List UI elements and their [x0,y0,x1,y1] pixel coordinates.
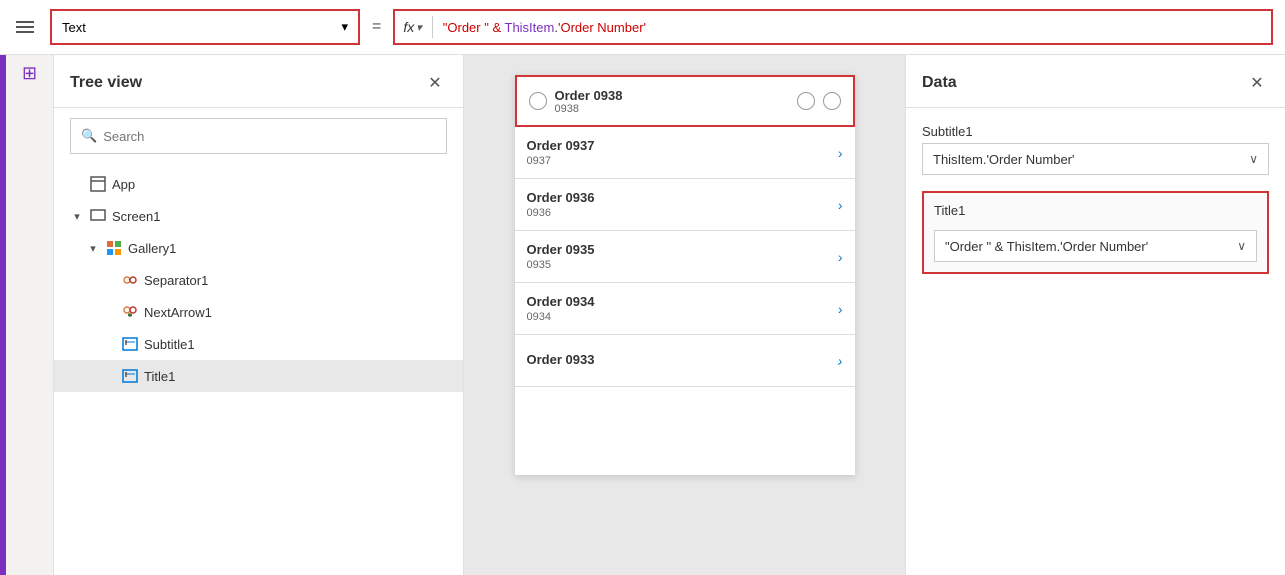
text-dropdown[interactable]: Text ▾ [50,9,360,45]
text-dropdown-label: Text [62,20,86,35]
data-panel: Data ✕ Subtitle1 ThisItem.'Order Number'… [905,55,1285,575]
chevron-icon-0937: › [838,145,843,161]
expand-placeholder-sep [102,274,116,286]
gallery-content-0935: Order 0935 0935 [527,242,838,271]
tree-close-button[interactable]: ✕ [423,71,447,95]
tree-item-app[interactable]: App [54,168,463,200]
gallery-item-0937[interactable]: Order 0937 0937 › [515,127,855,179]
formula-text: "Order " & ThisItem.'Order Number' [443,20,646,35]
subtitle-dropdown[interactable]: ThisItem.'Order Number' ∨ [922,143,1269,175]
subtitle-field-group: Subtitle1 ThisItem.'Order Number' ∨ [922,124,1269,175]
tree-panel: Tree view ✕ 🔍 App ▾ [54,55,464,575]
title-field-group: Title1 "Order " & ThisItem.'Order Number… [922,191,1269,274]
selected-subtitle-text: 0938 [555,103,789,115]
tree-label-separator1: Separator1 [144,273,208,288]
expand-gallery1: ▾ [86,242,100,255]
selected-title-text: Order 0938 [555,88,789,103]
gallery-content-0934: Order 0934 0934 [527,294,838,323]
tree-item-title1[interactable]: Title1 [54,360,463,392]
tree-item-nextarrow1[interactable]: NextArrow1 [54,296,463,328]
app-icon [90,176,106,192]
main-content: ⊞ Tree view ✕ 🔍 App [0,55,1285,575]
equals-sign: = [368,18,385,36]
tree-label-gallery1: Gallery1 [128,241,176,256]
tree-search-area: 🔍 [54,108,463,164]
gallery-subtitle-0935: 0935 [527,259,838,271]
tree-item-separator1[interactable]: Separator1 [54,264,463,296]
tree-label-app: App [112,177,135,192]
tree-view-title: Tree view [70,74,142,92]
canvas-area: Order 0938 0938 Order 0937 0937 › Order [464,55,905,575]
gallery-item-0934[interactable]: Order 0934 0934 › [515,283,855,335]
subtitle-text-icon [122,336,138,352]
formula-bar[interactable]: fx ▾ "Order " & ThisItem.'Order Number' [393,9,1273,45]
data-close-button[interactable]: ✕ [1245,71,1269,95]
chevron-icon-0936: › [838,197,843,213]
gallery-content-0937: Order 0937 0937 [527,138,838,167]
chevron-icon-0934: › [838,301,843,317]
handle-mid [797,92,815,110]
gallery-title-0935: Order 0935 [527,242,838,257]
expand-placeholder-title [102,370,116,382]
chevron-icon-0935: › [838,249,843,265]
nextarrow-icon [122,304,138,320]
title-chevron-icon: ∨ [1237,239,1246,253]
gallery-item-0936[interactable]: Order 0936 0936 › [515,179,855,231]
tree-item-screen1[interactable]: ▾ Screen1 [54,200,463,232]
subtitle-dropdown-value: ThisItem.'Order Number' [933,152,1075,167]
gallery-title-0933: Order 0933 [527,352,838,367]
gallery-subtitle-0936: 0936 [527,207,838,219]
gallery-subtitle-0934: 0934 [527,311,838,323]
tree-label-title1: Title1 [144,369,175,384]
gallery-title-0937: Order 0937 [527,138,838,153]
gallery-content-0936: Order 0936 0936 [527,190,838,219]
gallery-title-0934: Order 0934 [527,294,838,309]
search-icon: 🔍 [81,128,97,144]
tree-item-subtitle1[interactable]: Subtitle1 [54,328,463,360]
gallery-content-0933: Order 0933 [527,352,838,369]
expand-placeholder-sub [102,338,116,350]
gallery-title-0936: Order 0936 [527,190,838,205]
handle-left [529,92,547,110]
top-bar: Text ▾ = fx ▾ "Order " & ThisItem.'Order… [0,0,1285,55]
selected-item-content: Order 0938 0938 [555,88,789,115]
title-text-icon [122,368,138,384]
data-panel-title: Data [922,74,957,92]
title-field-label: Title1 [934,203,1257,218]
gallery-subtitle-0937: 0937 [527,155,838,167]
formula-separator [432,16,433,38]
expand-placeholder [70,178,84,190]
data-body: Subtitle1 ThisItem.'Order Number' ∨ Titl… [906,108,1285,290]
gallery-item-0933[interactable]: Order 0933 › [515,335,855,387]
tree-label-screen1: Screen1 [112,209,160,224]
tree-body: App ▾ Screen1 ▾ Gallery1 [54,164,463,575]
expand-placeholder-arrow [102,306,116,318]
gallery-icon [106,240,122,256]
separator-icon [122,272,138,288]
tree-header: Tree view ✕ [54,55,463,108]
search-input[interactable] [103,129,436,144]
expand-screen1: ▾ [70,210,84,223]
fx-icon: fx ▾ [403,19,421,35]
tree-label-nextarrow1: NextArrow1 [144,305,212,320]
title-dropdown[interactable]: "Order " & ThisItem.'Order Number' ∨ [934,230,1257,262]
gallery-item-0935[interactable]: Order 0935 0935 › [515,231,855,283]
screen-icon [90,208,106,224]
data-header: Data ✕ [906,55,1285,108]
search-box[interactable]: 🔍 [70,118,447,154]
layers-icon[interactable]: ⊞ [22,63,37,84]
subtitle-field-label: Subtitle1 [922,124,1269,139]
tree-label-subtitle1: Subtitle1 [144,337,195,352]
app-canvas: Order 0938 0938 Order 0937 0937 › Order [515,75,855,475]
handle-right [823,92,841,110]
hamburger-icon[interactable] [12,17,38,37]
gallery-selected-item[interactable]: Order 0938 0938 [515,75,855,127]
subtitle-chevron-icon: ∨ [1249,152,1258,166]
handle-row [797,92,841,110]
title-dropdown-value: "Order " & ThisItem.'Order Number' [945,239,1148,254]
sidebar-icons: ⊞ [6,55,54,575]
chevron-down-icon: ▾ [341,19,348,35]
tree-item-gallery1[interactable]: ▾ Gallery1 [54,232,463,264]
